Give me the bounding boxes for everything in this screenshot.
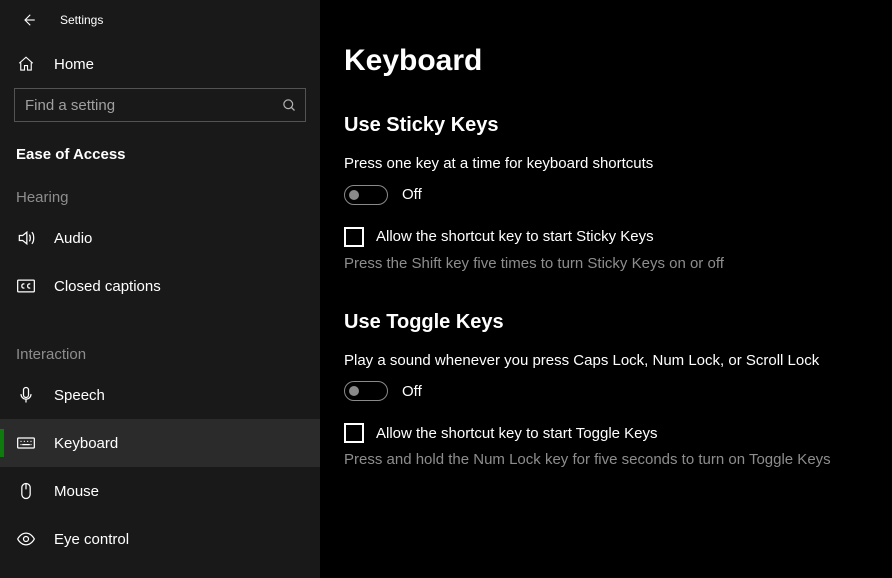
sidebar: Settings Home Ease of Access Hearing Aud… bbox=[0, 0, 320, 578]
section-toggle-keys: Use Toggle Keys Play a sound whenever yo… bbox=[344, 311, 852, 472]
section-desc: Press one key at a time for keyboard sho… bbox=[344, 153, 852, 175]
back-button[interactable] bbox=[16, 8, 40, 32]
checkbox-label: Allow the shortcut key to start Sticky K… bbox=[376, 228, 654, 245]
section-hint: Press and hold the Num Lock key for five… bbox=[344, 449, 852, 471]
toggle-keys-toggle[interactable] bbox=[344, 381, 388, 401]
sidebar-item-mouse[interactable]: Mouse bbox=[0, 467, 320, 515]
search-box[interactable] bbox=[14, 88, 306, 122]
toggle-state-label: Off bbox=[402, 186, 422, 203]
sidebar-item-eye-control[interactable]: Eye control bbox=[0, 515, 320, 563]
sidebar-item-home[interactable]: Home bbox=[0, 40, 320, 88]
sticky-keys-shortcut-checkbox[interactable] bbox=[344, 227, 364, 247]
titlebar: Settings bbox=[0, 0, 320, 40]
page-title: Keyboard bbox=[344, 44, 852, 78]
section-title: Use Sticky Keys bbox=[344, 114, 852, 137]
sticky-keys-toggle[interactable] bbox=[344, 185, 388, 205]
closed-captions-icon bbox=[16, 276, 36, 296]
sidebar-item-speech[interactable]: Speech bbox=[0, 371, 320, 419]
sidebar-item-label: Audio bbox=[54, 230, 92, 247]
sidebar-item-keyboard[interactable]: Keyboard bbox=[0, 419, 320, 467]
toggle-keys-shortcut-checkbox[interactable] bbox=[344, 423, 364, 443]
checkbox-label: Allow the shortcut key to start Toggle K… bbox=[376, 425, 658, 442]
arrow-left-icon bbox=[19, 11, 37, 29]
sidebar-group-title: Ease of Access bbox=[0, 130, 320, 175]
home-icon bbox=[16, 54, 36, 74]
audio-icon bbox=[16, 228, 36, 248]
speech-icon bbox=[16, 385, 36, 405]
sidebar-item-closed-captions[interactable]: Closed captions bbox=[0, 262, 320, 310]
section-hint: Press the Shift key five times to turn S… bbox=[344, 253, 852, 275]
section-sticky-keys: Use Sticky Keys Press one key at a time … bbox=[344, 114, 852, 275]
search-icon bbox=[281, 97, 297, 113]
sidebar-category-hearing: Hearing bbox=[0, 175, 320, 214]
sidebar-category-interaction: Interaction bbox=[0, 332, 320, 371]
sidebar-item-label: Keyboard bbox=[54, 435, 118, 452]
eye-control-icon bbox=[16, 529, 36, 549]
window-title: Settings bbox=[60, 13, 103, 27]
search-input[interactable] bbox=[15, 89, 305, 121]
home-label: Home bbox=[54, 56, 94, 73]
section-title: Use Toggle Keys bbox=[344, 311, 852, 334]
sidebar-item-label: Eye control bbox=[54, 531, 129, 548]
section-desc: Play a sound whenever you press Caps Loc… bbox=[344, 350, 852, 372]
sidebar-item-label: Speech bbox=[54, 387, 105, 404]
keyboard-icon bbox=[16, 433, 36, 453]
toggle-state-label: Off bbox=[402, 383, 422, 400]
sidebar-item-label: Mouse bbox=[54, 483, 99, 500]
mouse-icon bbox=[16, 481, 36, 501]
main-content: Keyboard Use Sticky Keys Press one key a… bbox=[320, 0, 892, 578]
sidebar-item-label: Closed captions bbox=[54, 278, 161, 295]
sidebar-item-audio[interactable]: Audio bbox=[0, 214, 320, 262]
